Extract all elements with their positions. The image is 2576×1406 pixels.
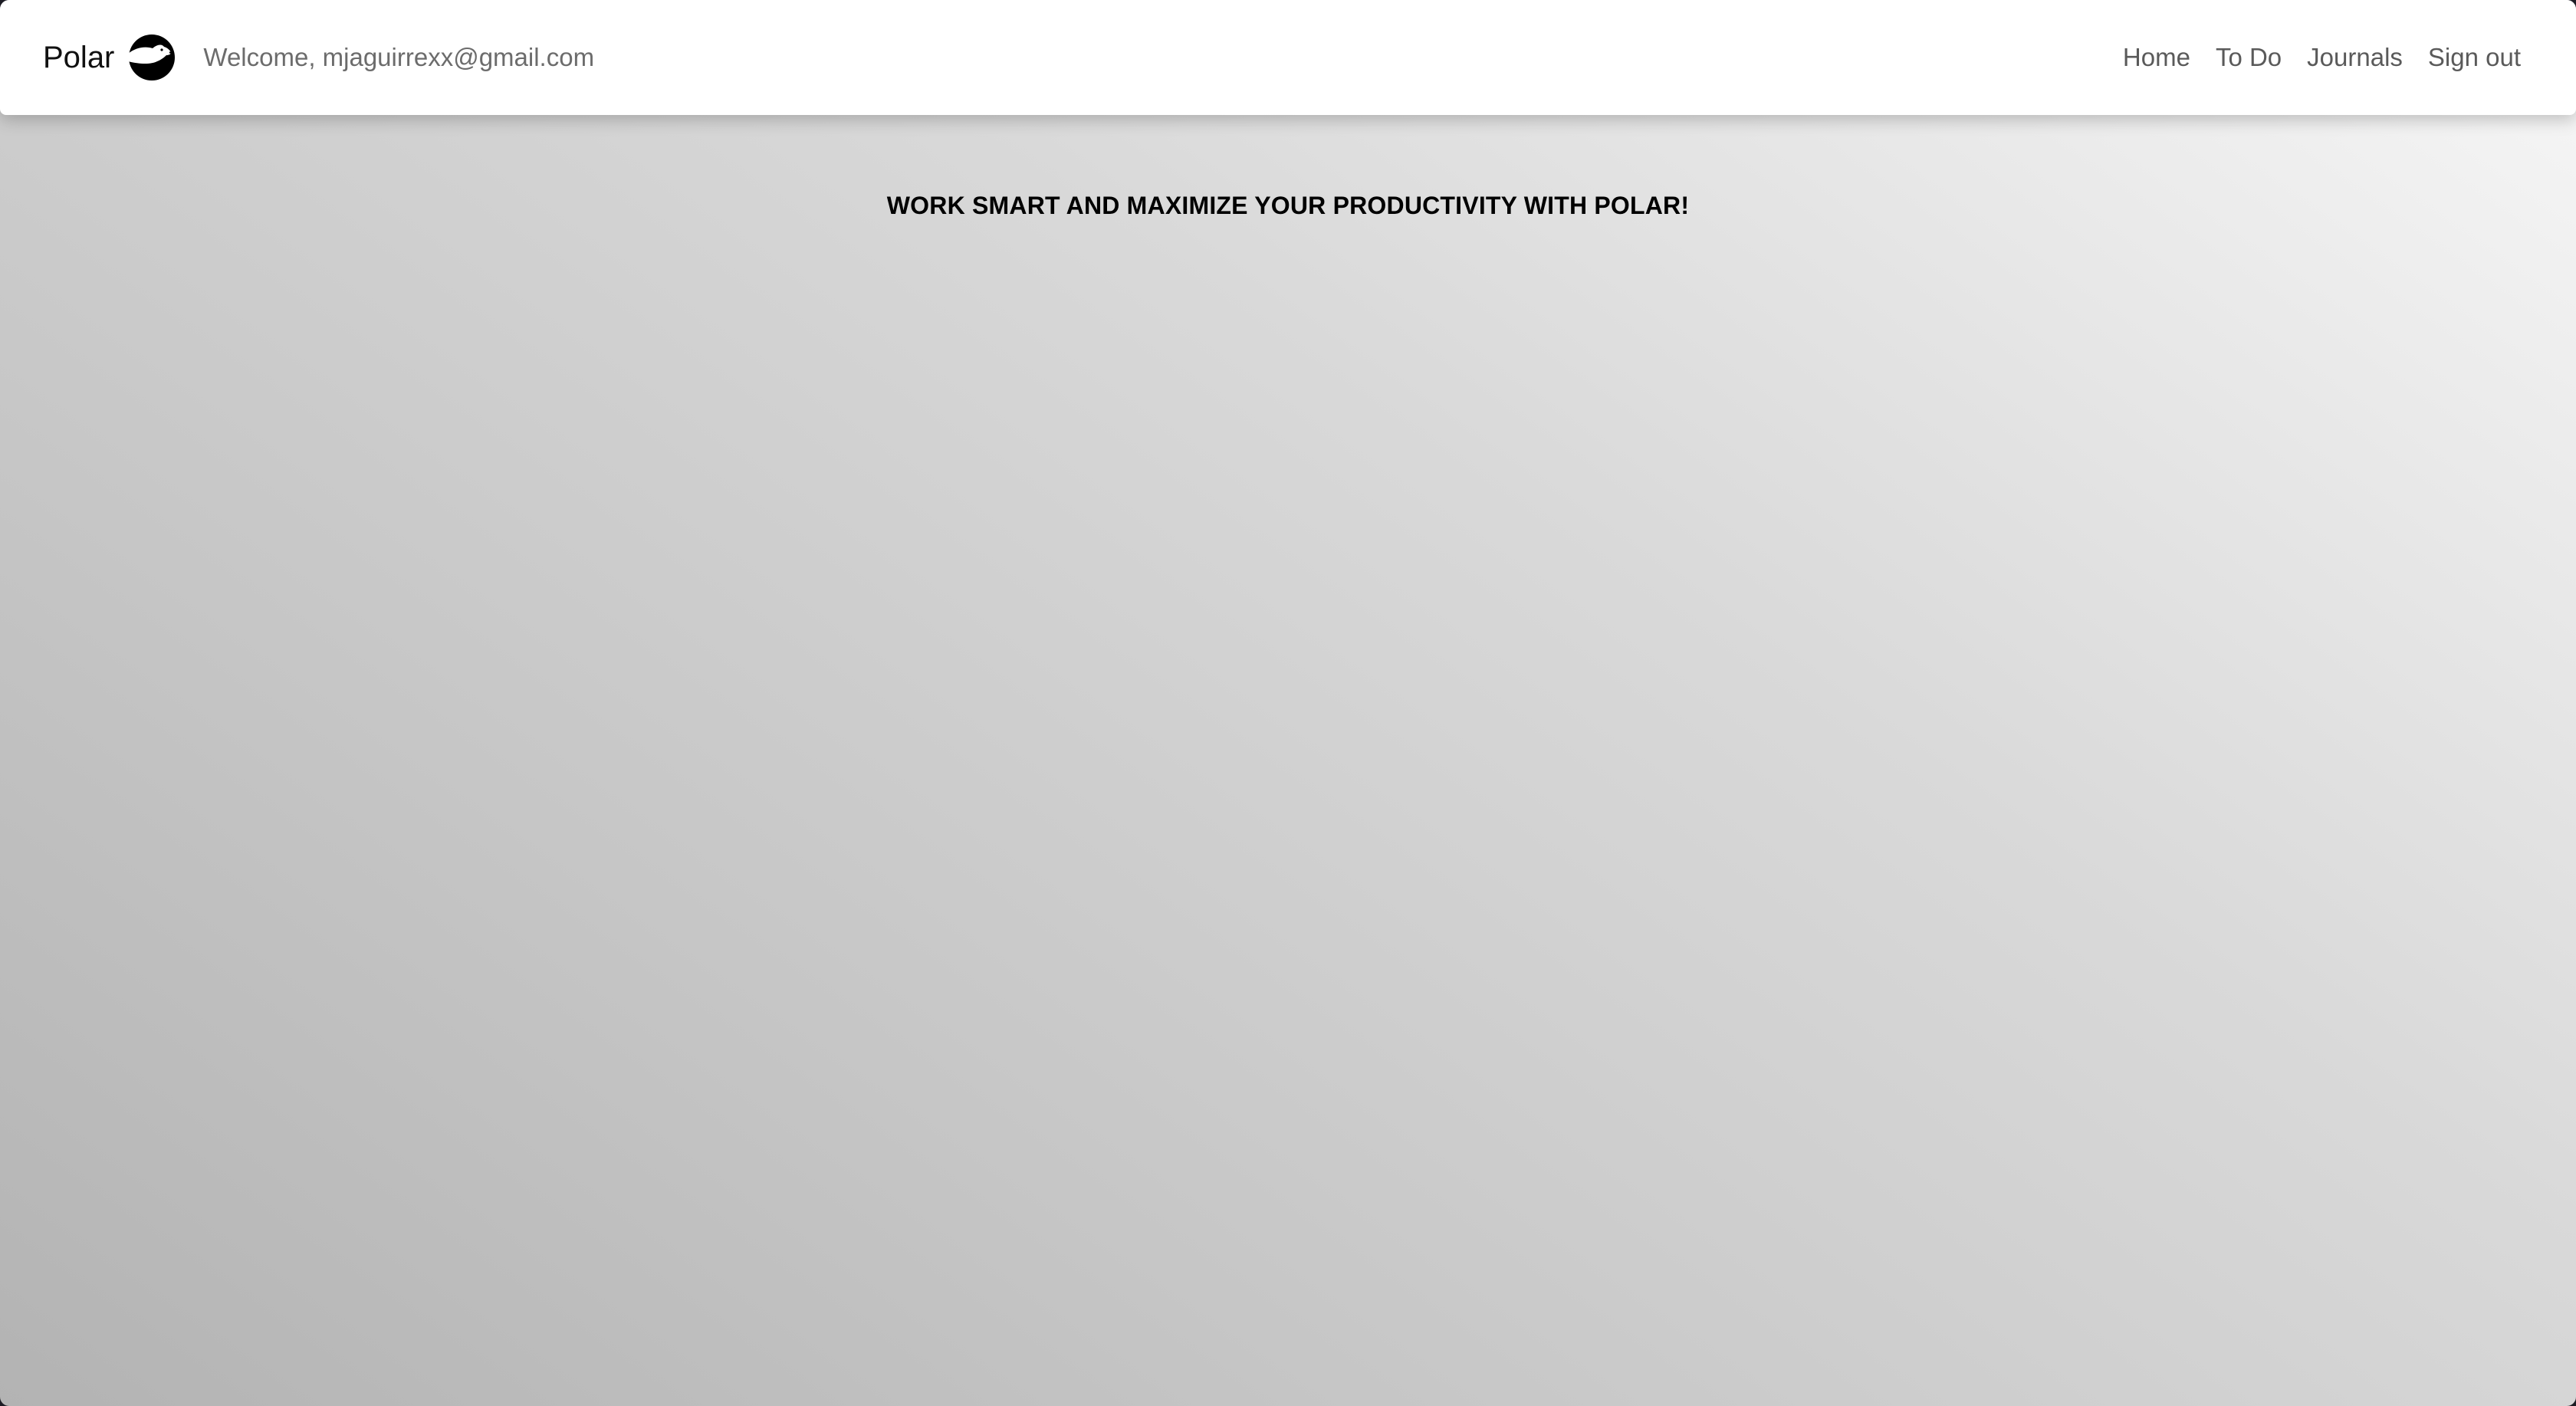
nav-link-home[interactable]: Home	[2123, 43, 2190, 72]
nav-link-sign-out[interactable]: Sign out	[2428, 43, 2521, 72]
brand-name[interactable]: Polar	[43, 41, 114, 75]
brand[interactable]: Polar	[43, 34, 176, 81]
nav-link-todo[interactable]: To Do	[2216, 43, 2282, 72]
app-window: Polar Welcome, mjaguirrexx@gmail.com Hom…	[0, 0, 2576, 1406]
hero-headline: WORK SMART AND MAXIMIZE YOUR PRODUCTIVIT…	[886, 192, 1690, 219]
nav-link-journals[interactable]: Journals	[2307, 43, 2403, 72]
polar-bear-icon[interactable]	[128, 34, 176, 81]
top-navbar: Polar Welcome, mjaguirrexx@gmail.com Hom…	[0, 0, 2576, 115]
nav-links: Home To Do Journals Sign out	[2123, 43, 2521, 72]
welcome-message: Welcome, mjaguirrexx@gmail.com	[203, 43, 595, 71]
